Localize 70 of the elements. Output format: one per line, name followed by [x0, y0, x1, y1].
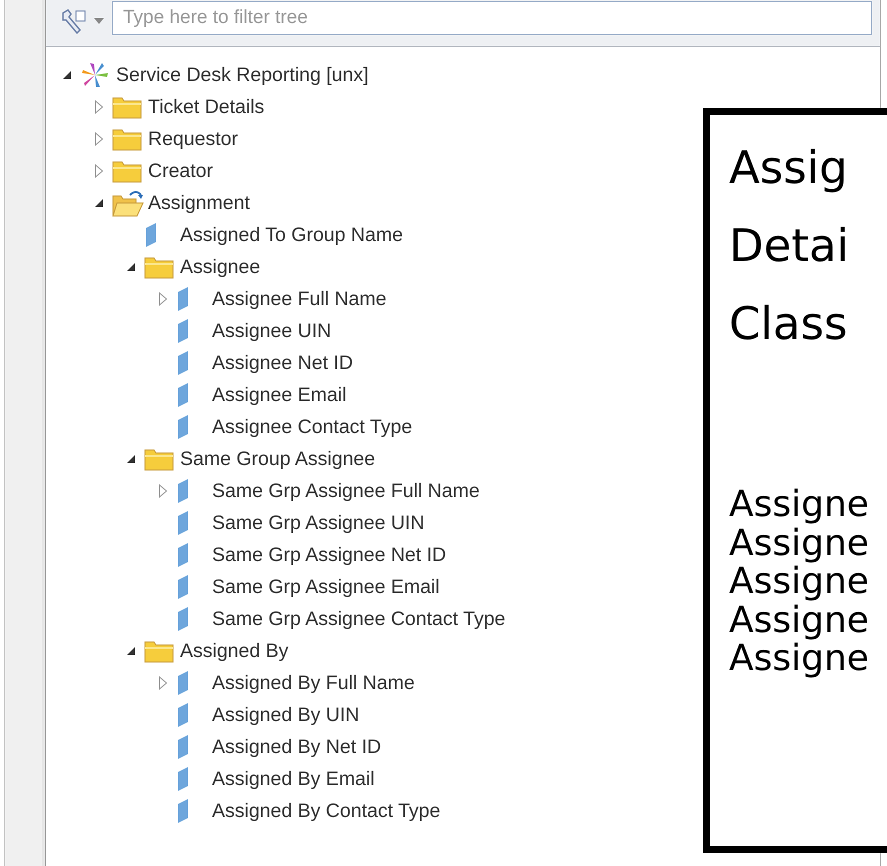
callout-text: Assigne	[729, 602, 870, 640]
dimension-icon	[176, 318, 190, 344]
tree-item[interactable]: Assignment	[148, 192, 250, 214]
caret-icon	[94, 18, 104, 24]
callout-title: Detai	[729, 218, 850, 274]
callout-title: Class	[729, 296, 848, 352]
tree-item[interactable]: Assigned By Email	[212, 768, 375, 790]
tree-item[interactable]: Requestor	[148, 128, 238, 150]
collapse-triangle-icon[interactable]	[126, 262, 136, 272]
dimension-icon	[176, 670, 190, 696]
dimension-icon	[176, 510, 190, 536]
tree-item[interactable]: Assigned By UIN	[212, 704, 360, 726]
universe-icon	[80, 61, 110, 89]
tree-item[interactable]: Assigned To Group Name	[180, 224, 403, 246]
expand-triangle-icon[interactable]	[158, 292, 168, 306]
dimension-icon	[176, 798, 190, 824]
dimension-icon	[176, 702, 190, 728]
expand-triangle-icon[interactable]	[94, 132, 104, 146]
dimension-icon	[176, 734, 190, 760]
folder-icon	[112, 95, 142, 119]
dimension-icon	[176, 478, 190, 504]
callout-title: Assig	[729, 140, 849, 196]
tree-item[interactable]: Assignee Full Name	[212, 288, 386, 310]
folder-icon	[112, 127, 142, 151]
dimension-icon	[176, 382, 190, 408]
dimension-icon	[176, 414, 190, 440]
tree-item[interactable]: Assignee Contact Type	[212, 416, 412, 438]
dimension-icon	[144, 222, 158, 248]
tree-item[interactable]: Ticket Details	[148, 96, 264, 118]
tree-item[interactable]: Assigned By Contact Type	[212, 800, 440, 822]
tree-item[interactable]: Same Grp Assignee Net ID	[212, 544, 446, 566]
dimension-icon	[176, 542, 190, 568]
open-folder-icon	[112, 189, 146, 217]
dimension-icon	[176, 286, 190, 312]
tree-item[interactable]: Assigned By Full Name	[212, 672, 415, 694]
dimension-icon	[176, 766, 190, 792]
folder-icon	[144, 639, 174, 663]
callout-text: Assigne	[729, 563, 870, 602]
callout-text: Assigne	[729, 486, 870, 524]
expand-triangle-icon[interactable]	[158, 676, 168, 690]
tree-item[interactable]: Assignee UIN	[212, 320, 332, 342]
callout-text: Assigne	[729, 640, 870, 678]
filter-field[interactable]: Type here to filter tree	[112, 1, 872, 35]
tree-item[interactable]: Same Grp Assignee Email	[212, 576, 440, 598]
expand-triangle-icon[interactable]	[94, 100, 104, 114]
folder-icon	[112, 159, 142, 183]
dimension-icon	[176, 350, 190, 376]
tree-item[interactable]: Assignee	[180, 256, 260, 278]
collapse-triangle-icon[interactable]	[94, 198, 104, 208]
tree-item[interactable]: Assigned By Net ID	[212, 736, 382, 758]
tree-item[interactable]: Same Grp Assignee Contact Type	[212, 608, 506, 630]
folder-icon	[144, 447, 174, 471]
tree-item[interactable]: Assigned By	[180, 640, 288, 662]
tree-item[interactable]: Same Group Assignee	[180, 448, 376, 470]
collapse-triangle-icon[interactable]	[62, 70, 72, 80]
tree-item[interactable]: Assignee Net ID	[212, 352, 353, 374]
dimension-icon	[176, 606, 190, 632]
tree-item[interactable]: Service Desk Reporting [unx]	[116, 64, 369, 86]
collapse-triangle-icon[interactable]	[126, 454, 136, 464]
expand-triangle-icon[interactable]	[94, 164, 104, 178]
expand-triangle-icon[interactable]	[158, 484, 168, 498]
tree-item[interactable]: Same Grp Assignee UIN	[212, 512, 424, 534]
tree-item[interactable]: Same Grp Assignee Full Name	[212, 480, 480, 502]
folder-icon	[144, 255, 174, 279]
tree-item[interactable]: Creator	[148, 160, 214, 182]
tree-item[interactable]: Assignee Email	[212, 384, 346, 406]
collapse-triangle-icon[interactable]	[126, 646, 136, 656]
dimension-icon	[176, 574, 190, 600]
callout-text: Assigne	[729, 524, 870, 563]
wrench-icon	[60, 8, 88, 34]
